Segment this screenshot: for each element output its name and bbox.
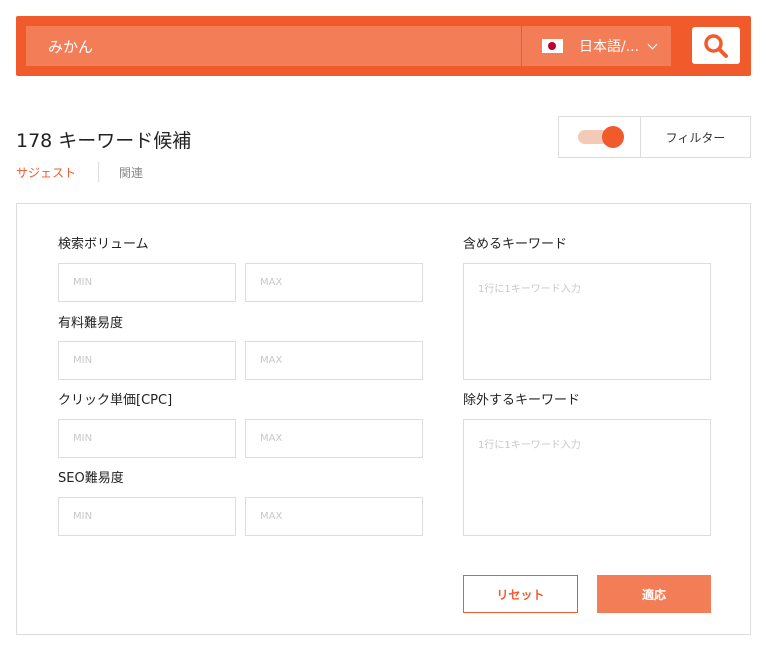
- tab-divider: [98, 162, 100, 182]
- exclude-keywords-textarea[interactable]: [463, 419, 711, 536]
- seo-max-input[interactable]: [245, 497, 423, 536]
- search-icon: [704, 33, 728, 58]
- seo-min-input[interactable]: [58, 497, 236, 536]
- language-select[interactable]: 日本語/...: [521, 26, 671, 66]
- search-button[interactable]: [692, 27, 740, 64]
- cpc-label: クリック単価[CPC]: [58, 393, 173, 408]
- chevron-down-icon: [647, 39, 658, 49]
- include-keywords-label: 含めるキーワード: [463, 237, 568, 252]
- tab-bar: サジェスト 関連: [16, 161, 143, 183]
- volume-max-input[interactable]: [245, 263, 423, 302]
- volume-label: 検索ボリューム: [58, 237, 149, 252]
- filter-box: フィルター: [558, 116, 751, 158]
- japan-flag-icon: [542, 39, 563, 53]
- language-label: 日本語/...: [579, 39, 640, 55]
- result-count-title: 178 キーワード候補: [16, 130, 192, 152]
- difficulty-min-input[interactable]: [58, 341, 236, 380]
- exclude-keywords-label: 除外するキーワード: [463, 393, 581, 408]
- search-input-wrap: [26, 26, 521, 66]
- seo-label: SEO難易度: [58, 471, 124, 486]
- include-keywords-textarea[interactable]: [463, 263, 711, 380]
- filter-panel: 検索ボリューム 有料難易度 クリック単価[CPC] SEO難易度 含めるキーワー…: [16, 203, 751, 635]
- apply-button[interactable]: 適応: [597, 575, 711, 613]
- toggle-track: [577, 126, 624, 148]
- reset-button[interactable]: リセット: [463, 575, 578, 613]
- filter-toggle[interactable]: [559, 117, 641, 157]
- difficulty-label: 有料難易度: [58, 316, 124, 331]
- filter-button[interactable]: フィルター: [641, 117, 750, 157]
- search-input[interactable]: [26, 26, 521, 66]
- tab-suggest[interactable]: サジェスト: [16, 164, 76, 181]
- difficulty-max-input[interactable]: [245, 341, 423, 380]
- tab-related[interactable]: 関連: [119, 164, 143, 181]
- volume-min-input[interactable]: [58, 263, 236, 302]
- search-bar: 日本語/...: [16, 16, 751, 76]
- toggle-knob: [601, 126, 624, 148]
- cpc-max-input[interactable]: [245, 419, 423, 458]
- cpc-min-input[interactable]: [58, 419, 236, 458]
